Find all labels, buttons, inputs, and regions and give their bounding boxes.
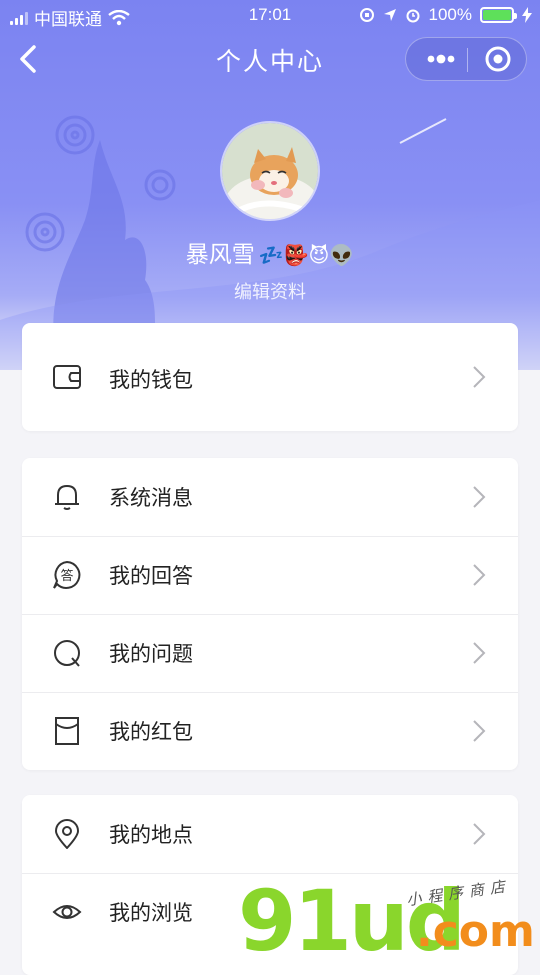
rotation-lock-icon [359,8,374,22]
menu-item-label: 我的钱包 [109,368,193,392]
question-icon [54,640,80,667]
chevron-right-icon [473,823,486,845]
menu-item-my-places[interactable]: 我的地点 [22,795,518,873]
eye-icon [52,905,82,919]
menu-item-label: 我的回答 [109,564,193,588]
capsule-divider [467,48,468,72]
chevron-right-icon [473,642,486,664]
menu-item-red-envelope[interactable]: 我的红包 [22,692,518,770]
menu-item-my-questions[interactable]: 我的问题 [22,614,518,692]
alarm-icon [406,9,420,23]
profile-header: 中国联通 17:01 100% 个人中心 暴风雪 💤👺😈👽 编辑资料 [0,0,540,370]
more-options-icon[interactable] [420,38,466,80]
battery-percent: 100% [428,5,472,24]
avatar[interactable] [220,121,320,221]
menu-item-label: 我的问题 [109,642,193,666]
username-text: 暴风雪 [185,242,255,268]
chevron-right-icon [473,564,486,586]
menu-item-label: 我的地点 [109,823,193,847]
wallet-card: 我的钱包 [22,323,518,431]
menu-item-my-answers[interactable]: 答 我的回答 [22,536,518,614]
bell-icon [55,485,79,510]
kitten-avatar-image [222,123,318,219]
edit-profile-link[interactable]: 编辑资料 [0,278,540,304]
miniprogram-capsule [405,37,527,81]
menu-item-system-messages[interactable]: 系统消息 [22,458,518,536]
chevron-right-icon [473,720,486,742]
battery-icon [480,7,517,23]
chevron-right-icon [473,486,486,508]
username-emojis: 💤👺😈👽 [258,243,355,267]
answer-icon-char: 答 [60,568,73,584]
menu-item-wallet[interactable]: 我的钱包 [22,323,518,431]
red-envelope-icon [55,717,79,745]
menu-item-label: 我的红包 [109,720,193,744]
chevron-right-icon [473,366,486,388]
watermark-domain-suffix: .com [416,906,535,957]
status-bar: 中国联通 17:01 100% [0,0,540,30]
menu-item-label: 我的浏览 [109,901,193,925]
wallet-icon [53,365,81,389]
charging-icon [522,7,532,23]
messages-card: 系统消息 答 我的回答 我的问题 我的红包 [22,458,518,770]
site-watermark: 91ud 小程序商店 .com [238,872,540,970]
answer-icon: 答 [53,560,81,589]
location-pin-icon [54,819,80,849]
username: 暴风雪 💤👺😈👽 [0,235,540,269]
menu-item-label: 系统消息 [109,486,193,510]
location-arrow-icon [383,9,396,21]
close-miniprogram-icon[interactable] [470,38,526,80]
